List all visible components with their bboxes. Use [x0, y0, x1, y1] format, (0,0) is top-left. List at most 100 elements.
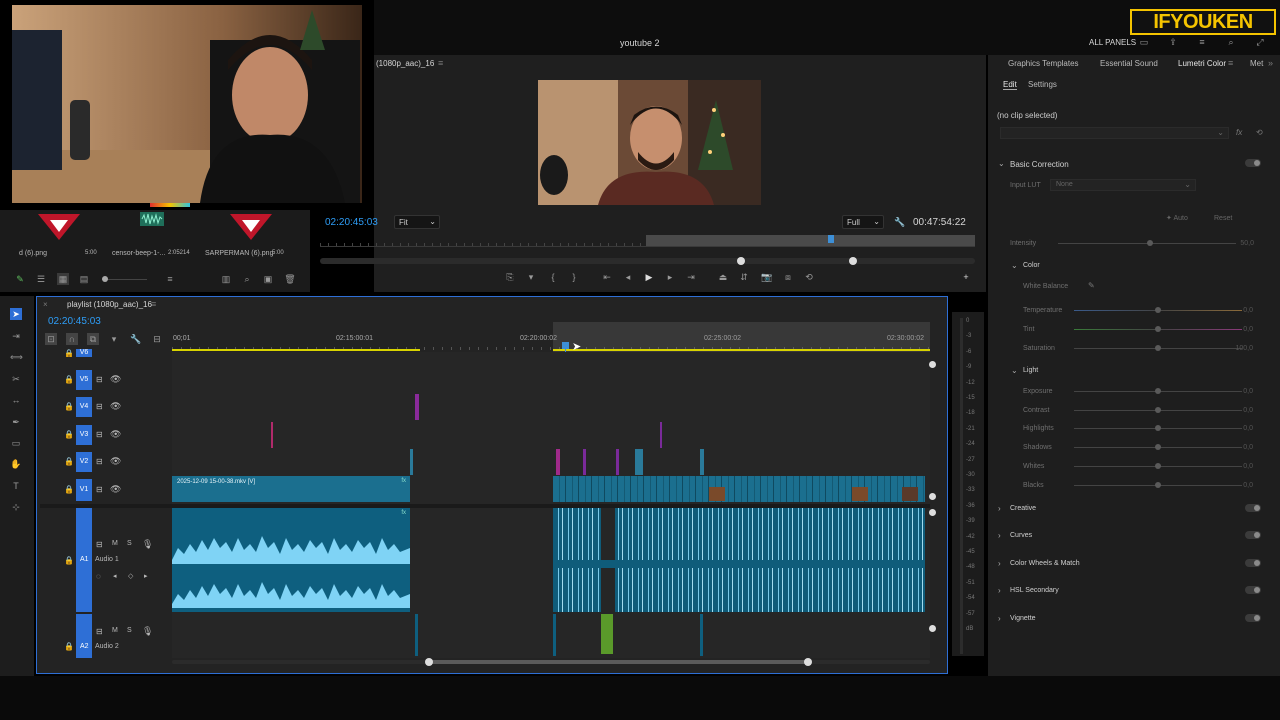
- track-select-tool-icon[interactable]: ⇥: [10, 330, 22, 342]
- basic-correction-toggle[interactable]: [1245, 159, 1261, 167]
- audio-clip-a1[interactable]: fx: [172, 508, 410, 612]
- all-panels-button[interactable]: ALL PANELS: [1089, 38, 1136, 47]
- section-toggle[interactable]: [1245, 614, 1261, 622]
- thumbnail-clip[interactable]: [902, 487, 918, 501]
- light-prop-knob[interactable]: [1155, 406, 1161, 413]
- tab-graphics-templates[interactable]: Graphics Templates: [1008, 59, 1079, 68]
- section-heading[interactable]: HSL Secondary: [1010, 587, 1059, 594]
- monitor-menu-icon[interactable]: ≡: [438, 58, 443, 68]
- slip-tool-icon[interactable]: ↔: [10, 394, 22, 406]
- keyframe-next-icon[interactable]: ▸: [144, 572, 148, 580]
- eye-icon[interactable]: 👁: [110, 456, 121, 467]
- microphone-icon[interactable]: 🎙: [142, 626, 153, 637]
- snap-icon[interactable]: ∩: [66, 333, 78, 345]
- scroll-handle[interactable]: [929, 509, 936, 516]
- input-lut-select[interactable]: None ⌄: [1050, 179, 1196, 191]
- marker-icon[interactable]: ▾: [525, 271, 537, 283]
- trash-icon[interactable]: 🗑: [284, 273, 296, 285]
- light-prop-knob[interactable]: [1155, 388, 1161, 394]
- light-prop-knob[interactable]: [1155, 425, 1161, 432]
- scroll-left-handle[interactable]: [425, 658, 433, 666]
- track-name-a2[interactable]: Audio 2: [95, 643, 119, 650]
- volume-knob-icon[interactable]: ◌: [96, 572, 101, 581]
- sequence-tab-menu-icon[interactable]: ≡: [151, 299, 156, 309]
- fit-select[interactable]: Fit ⌄: [394, 215, 440, 229]
- wrench-icon[interactable]: 🔧: [894, 216, 906, 228]
- current-timecode[interactable]: 02:20:45:03: [325, 217, 378, 228]
- light-prop-knob[interactable]: [1155, 444, 1161, 451]
- add-marker-icon[interactable]: ⎘: [504, 271, 516, 283]
- type-tool-icon[interactable]: T: [10, 480, 22, 492]
- snap-insert-icon[interactable]: ⊡: [45, 333, 57, 345]
- chevron-right-icon[interactable]: ›: [998, 531, 1001, 540]
- tab-lumetri-color[interactable]: Lumetri Color: [1178, 59, 1226, 68]
- scroll-right-handle[interactable]: [804, 658, 812, 666]
- lock-icon[interactable]: 🔒: [64, 485, 74, 494]
- scroll-handle[interactable]: [929, 361, 936, 368]
- chevron-down-icon[interactable]: ⌄: [1011, 366, 1018, 375]
- play-icon[interactable]: ▶: [643, 271, 655, 283]
- color-prop-value[interactable]: 0,0: [1223, 307, 1253, 314]
- track-target-v5[interactable]: V5: [76, 370, 92, 390]
- audio-clip-segments-a1[interactable]: [553, 508, 925, 612]
- eye-icon[interactable]: 👁: [110, 401, 121, 412]
- timeline-timecode[interactable]: 02:20:45:03: [48, 316, 101, 327]
- color-prop-knob[interactable]: [1155, 307, 1161, 313]
- track-target-v2[interactable]: V2: [76, 452, 92, 472]
- solo-button[interactable]: S: [127, 627, 132, 634]
- video-clip-segments-v1[interactable]: [553, 476, 925, 502]
- export-frame-icon[interactable]: 📷: [761, 271, 773, 283]
- color-prop-value[interactable]: 100,0: [1223, 345, 1253, 352]
- sync-lock-icon[interactable]: ⊟: [96, 402, 103, 411]
- new-bin-icon[interactable]: ▣: [262, 273, 274, 285]
- light-prop-value[interactable]: 0,0: [1223, 463, 1253, 470]
- go-to-in-icon[interactable]: ⇤: [601, 271, 613, 283]
- ripple-edit-tool-icon[interactable]: ⟺: [10, 351, 23, 363]
- extract-icon[interactable]: ⇵: [738, 271, 750, 283]
- horizontal-scroll-thumb[interactable]: [428, 660, 810, 664]
- work-area-bar[interactable]: [553, 349, 930, 351]
- add-marker-icon[interactable]: ▾: [108, 333, 120, 345]
- chevron-right-icon[interactable]: ›: [998, 614, 1001, 623]
- timeline-playhead[interactable]: [562, 342, 569, 349]
- mute-button[interactable]: M: [112, 627, 118, 634]
- monitor-playhead[interactable]: [828, 235, 834, 243]
- light-prop-value[interactable]: 0,0: [1223, 388, 1253, 395]
- eye-icon[interactable]: 👁: [110, 374, 121, 385]
- search-icon[interactable]: ⌕: [1225, 36, 1237, 48]
- light-prop-value[interactable]: 0,0: [1223, 444, 1253, 451]
- auto-tool-icon[interactable]: ⊹: [10, 501, 22, 513]
- sync-lock-icon[interactable]: ⊟: [96, 375, 103, 384]
- rectangle-tool-icon[interactable]: ▭: [10, 437, 22, 449]
- track-target-v4[interactable]: V4: [76, 397, 92, 417]
- menu-icon[interactable]: ≡: [1196, 36, 1208, 48]
- lock-icon[interactable]: 🔒: [64, 430, 74, 439]
- chevron-down-icon[interactable]: ⌄: [1011, 261, 1018, 270]
- loop-icon[interactable]: ⟲: [803, 271, 815, 283]
- linked-selection-icon[interactable]: ⧉: [87, 333, 99, 345]
- tab-metadata[interactable]: Met: [1250, 59, 1263, 68]
- vr-icon[interactable]: ⧈: [782, 271, 794, 283]
- go-to-out-icon[interactable]: ⇥: [685, 271, 697, 283]
- audio-clip-a2[interactable]: [700, 614, 703, 656]
- bin-item[interactable]: [36, 212, 82, 242]
- chevron-right-icon[interactable]: ›: [998, 559, 1001, 568]
- track-target-v6[interactable]: V6: [76, 349, 92, 357]
- basic-correction-heading[interactable]: Basic Correction: [1010, 160, 1069, 169]
- razor-tool-icon[interactable]: ✂: [10, 373, 22, 385]
- section-heading[interactable]: Vignette: [1010, 615, 1036, 622]
- fx-toggle-icon[interactable]: fx: [1236, 128, 1242, 137]
- thumbnail-clip[interactable]: [852, 487, 868, 501]
- reset-button[interactable]: Reset: [1214, 215, 1232, 222]
- clip-select[interactable]: ⌄: [1000, 127, 1229, 139]
- mark-out-icon[interactable]: }: [568, 271, 580, 283]
- section-toggle[interactable]: [1245, 504, 1261, 512]
- section-heading[interactable]: Curves: [1010, 532, 1032, 539]
- audio-clip-a2[interactable]: [415, 614, 418, 656]
- subtab-settings[interactable]: Settings: [1028, 80, 1057, 89]
- light-heading[interactable]: Light: [1023, 367, 1038, 374]
- step-forward-icon[interactable]: ▸: [664, 271, 676, 283]
- track-target-v1[interactable]: V1: [76, 479, 92, 501]
- chevron-right-icon[interactable]: ›: [998, 504, 1001, 513]
- sync-lock-icon[interactable]: ⊟: [96, 457, 103, 466]
